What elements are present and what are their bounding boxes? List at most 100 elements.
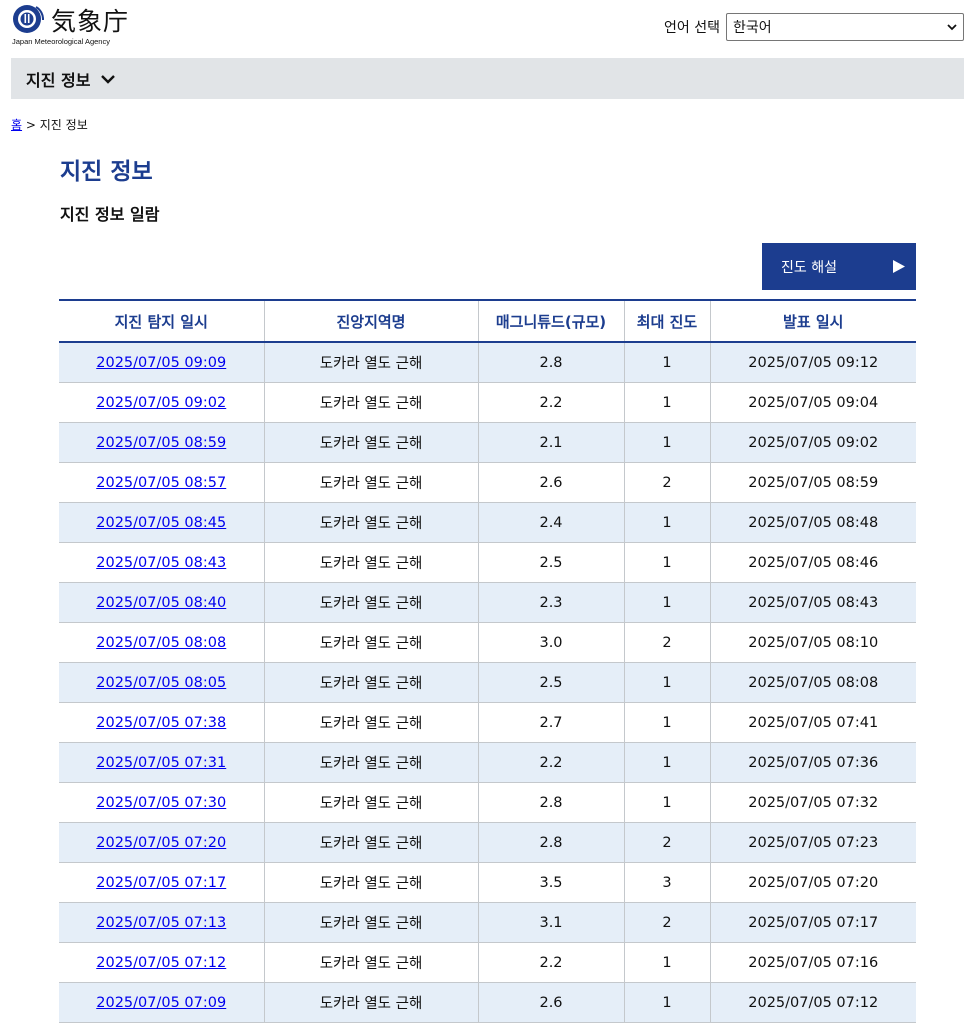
earthquake-detail-link[interactable]: 2025/07/05 07:30 [96, 795, 226, 811]
magnitude-cell: 2.1 [477, 422, 624, 463]
max-intensity-cell: 1 [623, 702, 710, 743]
epicenter-cell: 도카라 열도 근해 [263, 742, 478, 783]
table-row: 2025/07/05 07:30 도카라 열도 근해 2.8 1 2025/07/05 … [59, 782, 916, 823]
magnitude-cell: 2.5 [477, 662, 624, 703]
table-row: 2025/07/05 08:43 도카라 열도 근해 2.5 1 2025/07/05 … [59, 542, 916, 583]
column-header-detection-time[interactable]: 지진 탐지 일시 [59, 299, 264, 343]
breadcrumb-current: 지진 정보 [39, 118, 88, 132]
epicenter-cell: 도카라 열도 근해 [263, 462, 478, 503]
announcement-time-cell: 2025/07/05 08:48 [709, 502, 916, 543]
magnitude-cell: 2.8 [477, 782, 624, 823]
jma-logo-icon [13, 5, 44, 33]
table-row: 2025/07/05 07:09 도카라 열도 근해 2.6 1 2025/07/05 … [59, 982, 916, 1023]
detection-time-cell: 2025/07/05 07:38 [59, 702, 264, 743]
magnitude-cell: 3.5 [477, 862, 624, 903]
chevron-down-icon [101, 74, 116, 84]
column-header-announcement-time[interactable]: 발표 일시 [709, 299, 916, 343]
detection-time-cell: 2025/07/05 08:05 [59, 662, 264, 703]
epicenter-cell: 도카라 열도 근해 [263, 982, 478, 1023]
epicenter-cell: 도카라 열도 근해 [263, 542, 478, 583]
epicenter-cell: 도카라 열도 근해 [263, 622, 478, 663]
detection-time-cell: 2025/07/05 07:20 [59, 822, 264, 863]
detection-time-cell: 2025/07/05 07:30 [59, 782, 264, 823]
earthquake-detail-link[interactable]: 2025/07/05 07:09 [96, 995, 226, 1011]
earthquake-detail-link[interactable]: 2025/07/05 08:57 [96, 475, 226, 491]
epicenter-cell: 도카라 열도 근해 [263, 942, 478, 983]
chevron-down-icon [947, 23, 957, 30]
intensity-explanation-button[interactable]: 진도 해설 [762, 243, 916, 290]
magnitude-cell: 2.6 [477, 462, 624, 503]
site-header: 気象庁 Japan Meteorological Agency 언어 선택 한국… [0, 0, 972, 56]
max-intensity-cell: 3 [623, 862, 710, 903]
announcement-time-cell: 2025/07/05 08:08 [709, 662, 916, 703]
max-intensity-cell: 1 [623, 582, 710, 623]
epicenter-cell: 도카라 열도 근해 [263, 662, 478, 703]
earthquake-detail-link[interactable]: 2025/07/05 09:02 [96, 395, 226, 411]
earthquake-detail-link[interactable]: 2025/07/05 08:08 [96, 635, 226, 651]
jma-logo[interactable]: 気象庁 Japan Meteorological Agency [12, 2, 152, 48]
magnitude-cell: 2.2 [477, 942, 624, 983]
breadcrumb-home-link[interactable]: 홈 [11, 118, 22, 132]
max-intensity-cell: 1 [623, 502, 710, 543]
epicenter-cell: 도카라 열도 근해 [263, 902, 478, 943]
earthquake-detail-link[interactable]: 2025/07/05 08:59 [96, 435, 226, 451]
max-intensity-cell: 1 [623, 542, 710, 583]
earthquake-detail-link[interactable]: 2025/07/05 07:13 [96, 915, 226, 931]
earthquake-detail-link[interactable]: 2025/07/05 07:38 [96, 715, 226, 731]
breadcrumb: 홈 > 지진 정보 [11, 116, 88, 133]
announcement-time-cell: 2025/07/05 09:04 [709, 382, 916, 423]
earthquake-detail-link[interactable]: 2025/07/05 08:43 [96, 555, 226, 571]
earthquake-detail-link[interactable]: 2025/07/05 08:40 [96, 595, 226, 611]
earthquake-detail-link[interactable]: 2025/07/05 07:20 [96, 835, 226, 851]
detection-time-cell: 2025/07/05 08:45 [59, 502, 264, 543]
announcement-time-cell: 2025/07/05 07:32 [709, 782, 916, 823]
earthquake-detail-link[interactable]: 2025/07/05 08:45 [96, 515, 226, 531]
table-row: 2025/07/05 07:13 도카라 열도 근해 3.1 2 2025/07/05 … [59, 902, 916, 943]
detection-time-cell: 2025/07/05 07:09 [59, 982, 264, 1023]
epicenter-cell: 도카라 열도 근해 [263, 702, 478, 743]
table-row: 2025/07/05 08:57 도카라 열도 근해 2.6 2 2025/07/05 … [59, 462, 916, 503]
magnitude-cell: 2.2 [477, 382, 624, 423]
epicenter-cell: 도카라 열도 근해 [263, 382, 478, 423]
max-intensity-cell: 1 [623, 742, 710, 783]
column-header-magnitude[interactable]: 매그니튜드(규모) [477, 299, 624, 343]
announcement-time-cell: 2025/07/05 07:17 [709, 902, 916, 943]
epicenter-cell: 도카라 열도 근해 [263, 342, 478, 383]
detection-time-cell: 2025/07/05 08:59 [59, 422, 264, 463]
epicenter-cell: 도카라 열도 근해 [263, 822, 478, 863]
earthquake-detail-link[interactable]: 2025/07/05 09:09 [96, 355, 226, 371]
max-intensity-cell: 1 [623, 422, 710, 463]
announcement-time-cell: 2025/07/05 07:20 [709, 862, 916, 903]
play-arrow-icon [893, 260, 905, 273]
announcement-time-cell: 2025/07/05 09:12 [709, 342, 916, 383]
nav-bar[interactable]: 지진 정보 [11, 58, 964, 99]
earthquake-detail-link[interactable]: 2025/07/05 08:05 [96, 675, 226, 691]
table-row: 2025/07/05 09:09 도카라 열도 근해 2.8 1 2025/07/05 … [59, 342, 916, 383]
max-intensity-cell: 1 [623, 982, 710, 1023]
detection-time-cell: 2025/07/05 07:31 [59, 742, 264, 783]
column-header-max-intensity[interactable]: 최대 진도 [623, 299, 710, 343]
magnitude-cell: 2.4 [477, 502, 624, 543]
column-header-epicenter[interactable]: 진앙지역명 [263, 299, 478, 343]
detection-time-cell: 2025/07/05 09:09 [59, 342, 264, 383]
earthquake-detail-link[interactable]: 2025/07/05 07:17 [96, 875, 226, 891]
max-intensity-cell: 2 [623, 462, 710, 503]
earthquake-detail-link[interactable]: 2025/07/05 07:12 [96, 955, 226, 971]
announcement-time-cell: 2025/07/05 07:41 [709, 702, 916, 743]
table-header-row: 지진 탐지 일시 진앙지역명 매그니튜드(규모) 최대 진도 발표 일시 [59, 299, 916, 343]
magnitude-cell: 2.5 [477, 542, 624, 583]
magnitude-cell: 3.1 [477, 902, 624, 943]
table-row: 2025/07/05 07:17 도카라 열도 근해 3.5 3 2025/07/05 … [59, 862, 916, 903]
epicenter-cell: 도카라 열도 근해 [263, 502, 478, 543]
epicenter-cell: 도카라 열도 근해 [263, 782, 478, 823]
table-row: 2025/07/05 07:31 도카라 열도 근해 2.2 1 2025/07/05 … [59, 742, 916, 783]
table-row: 2025/07/05 08:40 도카라 열도 근해 2.3 1 2025/07/05 … [59, 582, 916, 623]
announcement-time-cell: 2025/07/05 07:16 [709, 942, 916, 983]
page-title: 지진 정보 [60, 159, 153, 185]
earthquake-detail-link[interactable]: 2025/07/05 07:31 [96, 755, 226, 771]
max-intensity-cell: 2 [623, 902, 710, 943]
language-selected-value: 한국어 [733, 20, 772, 36]
language-label: 언어 선택 [664, 20, 720, 36]
language-select[interactable]: 한국어 [726, 13, 964, 41]
announcement-time-cell: 2025/07/05 09:02 [709, 422, 916, 463]
